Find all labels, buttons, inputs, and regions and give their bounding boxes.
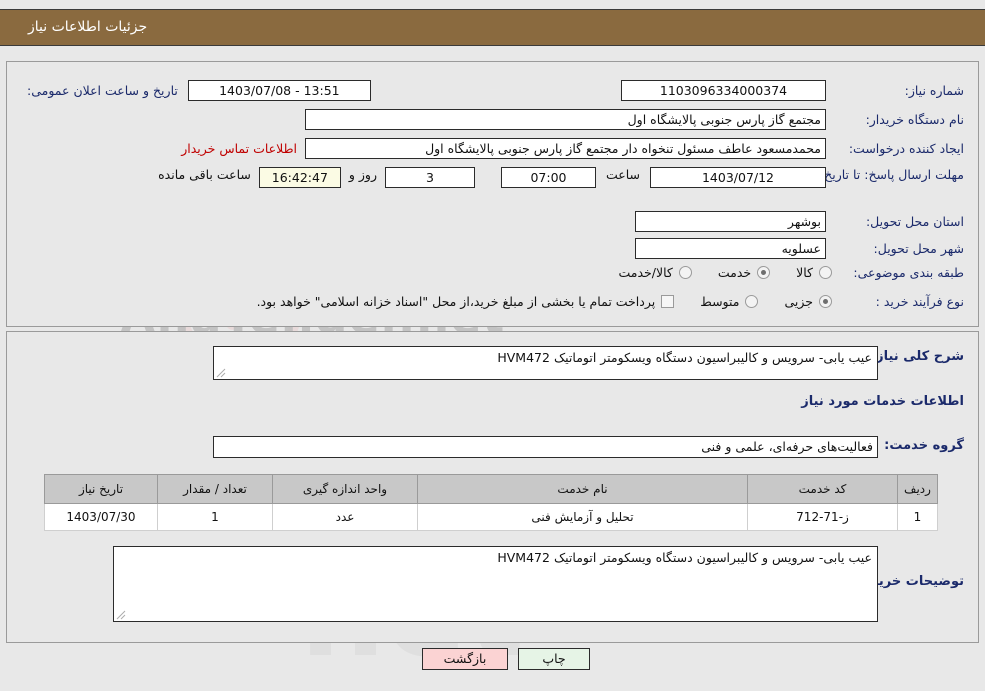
province-label: استان محل تحویل:: [865, 214, 964, 229]
need-summary-field: عیب یابی- سرویس و کالیبراسیون دستگاه ویس…: [213, 346, 878, 380]
radio-icon-motavaset[interactable]: [745, 295, 759, 308]
deadline-date-field: 1403/07/12: [650, 167, 826, 188]
purchase-type-label: نوع فرآیند خرید :: [875, 294, 964, 309]
resize-grip-icon-notes[interactable]: [116, 610, 126, 620]
back-button[interactable]: بازگشت: [422, 648, 508, 670]
purchase-type-option-motavaset-label: متوسط: [700, 294, 740, 309]
services-heading: اطلاعات خدمات مورد نیاز: [801, 394, 964, 409]
requester-row: ایجاد کننده درخواست: محمدمسعود عاطف مسئو…: [181, 138, 964, 159]
announce-datetime-field: 1403/07/08 - 13:51: [187, 80, 371, 101]
cell-quantity: 1: [157, 503, 273, 531]
province-field: بوشهر: [635, 211, 826, 232]
category-label: طبقه بندی موضوعی:: [853, 265, 964, 280]
city-label: شهر محل تحویل:: [873, 241, 964, 256]
category-option-khedmat[interactable]: خدمت: [717, 265, 771, 280]
requester-label: ایجاد کننده درخواست:: [848, 141, 964, 156]
deadline-countdown-field: 16:42:47: [258, 167, 341, 188]
category-option-kala[interactable]: کالا: [796, 265, 832, 280]
table-header-row: ردیف کد خدمت نام خدمت واحد اندازه گیری ت…: [44, 474, 938, 504]
category-option-kala-label: کالا: [796, 265, 813, 280]
announce-datetime-row: 1403/07/08 - 13:51 تاریخ و ساعت اعلان عم…: [27, 80, 371, 101]
purchase-type-option-motavaset[interactable]: متوسط: [700, 294, 759, 309]
col-unit: واحد اندازه گیری: [272, 474, 418, 504]
requester-field: محمدمسعود عاطف مسئول تنخواه دار مجتمع گا…: [305, 138, 826, 159]
cell-service-code: ز-71-712: [747, 503, 898, 531]
buyer-org-row: نام دستگاه خریدار: مجتمع گاز پارس جنوبی …: [305, 109, 964, 130]
col-service-name: نام خدمت: [417, 474, 748, 504]
category-option-kala-khedmat[interactable]: کالا/خدمت: [618, 265, 692, 280]
category-option-kala-khedmat-label: کالا/خدمت: [618, 265, 673, 280]
radio-icon-kala-khedmat[interactable]: [678, 266, 692, 279]
services-panel: شرح کلی نیاز: عیب یابی- سرویس و کالیبراس…: [6, 331, 979, 643]
cell-unit: عدد: [272, 503, 418, 531]
service-group-label: گروه خدمت:: [884, 438, 964, 453]
radio-icon-khedmat[interactable]: [757, 266, 771, 279]
deadline-row: مهلت ارسال پاسخ: تا تاریخ: 1403/07/12 سا…: [158, 167, 964, 188]
buyer-notes-value: عیب یابی- سرویس و کالیبراسیون دستگاه ویس…: [497, 550, 872, 565]
checkbox-icon-islamic-treasury[interactable]: [661, 295, 675, 308]
deadline-days-field: 3: [384, 167, 475, 188]
need-summary-label: شرح کلی نیاز:: [870, 349, 964, 364]
resize-grip-icon[interactable]: [216, 368, 226, 378]
announce-datetime-label: تاریخ و ساعت اعلان عمومی:: [27, 83, 178, 98]
city-field: عسلویه: [635, 238, 826, 259]
deadline-time-field: 07:00: [500, 167, 596, 188]
need-summary-value: عیب یابی- سرویس و کالیبراسیون دستگاه ویس…: [497, 350, 872, 365]
col-quantity: تعداد / مقدار: [157, 474, 273, 504]
deadline-countdown-label: ساعت باقی مانده: [158, 167, 251, 182]
buyer-org-label: نام دستگاه خریدار:: [865, 112, 964, 127]
need-number-label: شماره نیاز:: [904, 83, 964, 98]
category-option-khedmat-label: خدمت: [717, 265, 752, 280]
radio-icon-jozyi[interactable]: [819, 295, 832, 308]
purchase-type-row: نوع فرآیند خرید : جزیی متوسط پرداخت تمام…: [257, 294, 964, 309]
islamic-treasury-note-label: پرداخت تمام یا بخشی از مبلغ خرید،از محل …: [256, 294, 656, 309]
category-row: طبقه بندی موضوعی: کالا خدمت کالا/خدمت: [592, 265, 964, 280]
cell-service-name: تحلیل و آزمایش فنی: [417, 503, 748, 531]
page-header-band: جزئیات اطلاعات نیاز: [0, 9, 985, 46]
province-row: استان محل تحویل: بوشهر: [635, 211, 964, 232]
col-service-code: کد خدمت: [747, 474, 898, 504]
deadline-days-label: روز و: [348, 167, 377, 182]
col-radif: ردیف: [897, 474, 938, 504]
need-number-field: 1103096334000374: [621, 80, 826, 101]
service-group-field: فعالیت‌های حرفه‌ای، علمی و فنی: [213, 436, 878, 458]
print-button[interactable]: چاپ: [518, 648, 590, 670]
need-info-panel: شماره نیاز: 1103096334000374 1403/07/08 …: [6, 61, 979, 327]
purchase-type-option-jozyi[interactable]: جزیی: [784, 294, 832, 309]
deadline-time-label: ساعت: [605, 167, 640, 182]
purchase-type-option-jozyi-label: جزیی: [784, 294, 813, 309]
buyer-contact-link[interactable]: اطلاعات تماس خریدار: [181, 141, 297, 156]
city-row: شهر محل تحویل: عسلویه: [635, 238, 964, 259]
cell-need-date: 1403/07/30: [44, 503, 158, 531]
col-need-date: تاریخ نیاز: [44, 474, 158, 504]
radio-icon-kala[interactable]: [819, 266, 832, 279]
need-number-row: شماره نیاز: 1103096334000374: [621, 80, 964, 101]
deadline-label: مهلت ارسال پاسخ: تا تاریخ:: [819, 167, 964, 182]
buyer-org-field: مجتمع گاز پارس جنوبی پالایشگاه اول: [305, 109, 826, 130]
page-title: جزئیات اطلاعات نیاز: [28, 19, 148, 35]
buyer-notes-field: عیب یابی- سرویس و کالیبراسیون دستگاه ویس…: [113, 546, 878, 622]
table-row: 1 ز-71-712 تحلیل و آزمایش فنی عدد 1 1403…: [44, 503, 938, 531]
islamic-treasury-note[interactable]: پرداخت تمام یا بخشی از مبلغ خرید،از محل …: [257, 294, 675, 309]
services-table: ردیف کد خدمت نام خدمت واحد اندازه گیری ت…: [44, 474, 938, 531]
cell-radif: 1: [897, 503, 938, 531]
